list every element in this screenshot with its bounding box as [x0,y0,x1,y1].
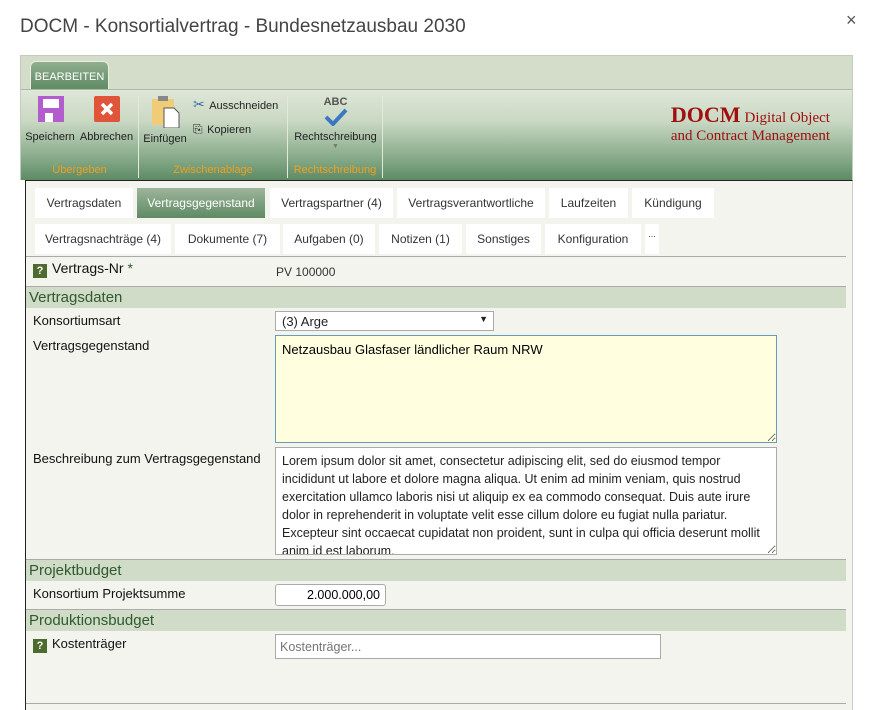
paste-icon [152,96,180,129]
form-frame: Vertragsdaten Vertragsgegenstand Vertrag… [25,180,853,710]
group-label-rechtschreibung: Rechtschreibung [293,164,377,176]
cut-label: Ausschneiden [209,100,279,112]
close-icon[interactable]: × [846,10,857,31]
tab-vertragsdaten[interactable]: Vertragsdaten [35,188,133,218]
ribbon: BEARBEITEN Speichern Abbrechen Übergeben… [20,55,853,180]
group-zwischenablage: Einfügen ✂ Ausschneiden ⎘ Kopieren Zwisc… [139,96,288,178]
vertragsgegenstand-textarea[interactable]: Netzausbau Glasfaser ländlicher Raum NRW [275,335,777,443]
spellcheck-button[interactable]: ABC Rechtschreibung ▼ [288,96,383,150]
copy-label: Kopieren [207,124,252,136]
cancel-icon [93,96,120,122]
group-ubergeben: Speichern Abbrechen Übergeben [21,96,139,178]
ribbon-tab-bearbeiten[interactable]: BEARBEITEN [30,61,109,90]
section-vertragsdaten: Vertragsdaten [26,286,846,308]
tab-laufzeiten[interactable]: Laufzeiten [549,188,628,218]
scissors-icon: ✂ [193,96,205,112]
save-button[interactable]: Speichern [25,96,75,143]
ribbon-body: Speichern Abbrechen Übergeben Einfügen ✂… [21,89,852,180]
checkmark-icon [324,108,347,127]
divider [26,703,846,704]
kostentraeger-input[interactable] [275,634,661,659]
tab-konfiguration[interactable]: Konfiguration [545,224,641,254]
copy-button[interactable]: ⎘ Kopieren [193,120,251,138]
paste-label: Einfügen [143,133,187,145]
spellcheck-icon: ABC [323,96,348,108]
tab-notizen[interactable]: Notizen (1) [379,224,462,254]
docm-logo: DOCM Digital Object and Contract Managem… [670,102,830,144]
tab-vertragsgegenstand[interactable]: Vertragsgegenstand [137,188,265,218]
konsortiumsart-label: Konsortiumsart [33,313,121,328]
projektsumme-input[interactable] [275,584,386,606]
tab-vertragsnachtraege[interactable]: Vertragsnachträge (4) [35,224,171,254]
vertrags-nr-label: ? Vertrags-Nr * [33,260,133,278]
section-produktionsbudget: Produktionsbudget [26,609,846,631]
save-icon [38,96,64,122]
copy-icon: ⎘ [193,122,203,136]
tab-vertragsverantwortliche[interactable]: Vertragsverantwortliche [397,188,545,218]
chevron-down-icon: ▼ [479,314,488,324]
tab-kuendigung[interactable]: Kündigung [632,188,714,218]
divider [26,256,846,257]
spellcheck-label: Rechtschreibung [294,131,377,143]
tab-aufgaben[interactable]: Aufgaben (0) [283,224,375,254]
konsortiumsart-select[interactable]: (3) Arge ▼ [275,311,494,331]
save-label: Speichern [25,131,75,143]
cancel-label: Abbrechen [79,131,134,143]
cancel-button[interactable]: Abbrechen [79,96,134,143]
tab-dokumente[interactable]: Dokumente (7) [175,224,280,254]
tab-more[interactable]: ... [645,224,659,254]
group-label-zwischenablage: Zwischenablage [173,164,253,176]
tab-vertragspartner[interactable]: Vertragspartner (4) [270,188,393,218]
beschreibung-label: Beschreibung zum Vertragsgegenstand [33,451,261,466]
window-title: DOCM - Konsortialvertrag - Bundesnetzaus… [20,16,466,37]
beschreibung-textarea[interactable]: Lorem ipsum dolor sit amet, consectetur … [275,447,777,555]
group-rechtschreibung: ABC Rechtschreibung ▼ Rechtschreibung [288,96,383,178]
vertrags-nr-value: PV 100000 [276,265,336,279]
help-icon[interactable]: ? [33,264,47,278]
vertragsgegenstand-label: Vertragsgegenstand [33,338,150,353]
tab-sonstiges[interactable]: Sonstiges [466,224,541,254]
group-label-ubergeben: Übergeben [52,164,107,176]
section-projektbudget: Projektbudget [26,559,846,581]
paste-button[interactable]: Einfügen [143,96,187,145]
cut-button[interactable]: ✂ Ausschneiden [193,96,278,114]
dropdown-arrow-icon: ▼ [332,143,339,150]
kostentraeger-label: ? Kostenträger [33,636,126,653]
help-icon[interactable]: ? [33,639,47,653]
projektsumme-label: Konsortium Projektsumme [33,586,186,601]
